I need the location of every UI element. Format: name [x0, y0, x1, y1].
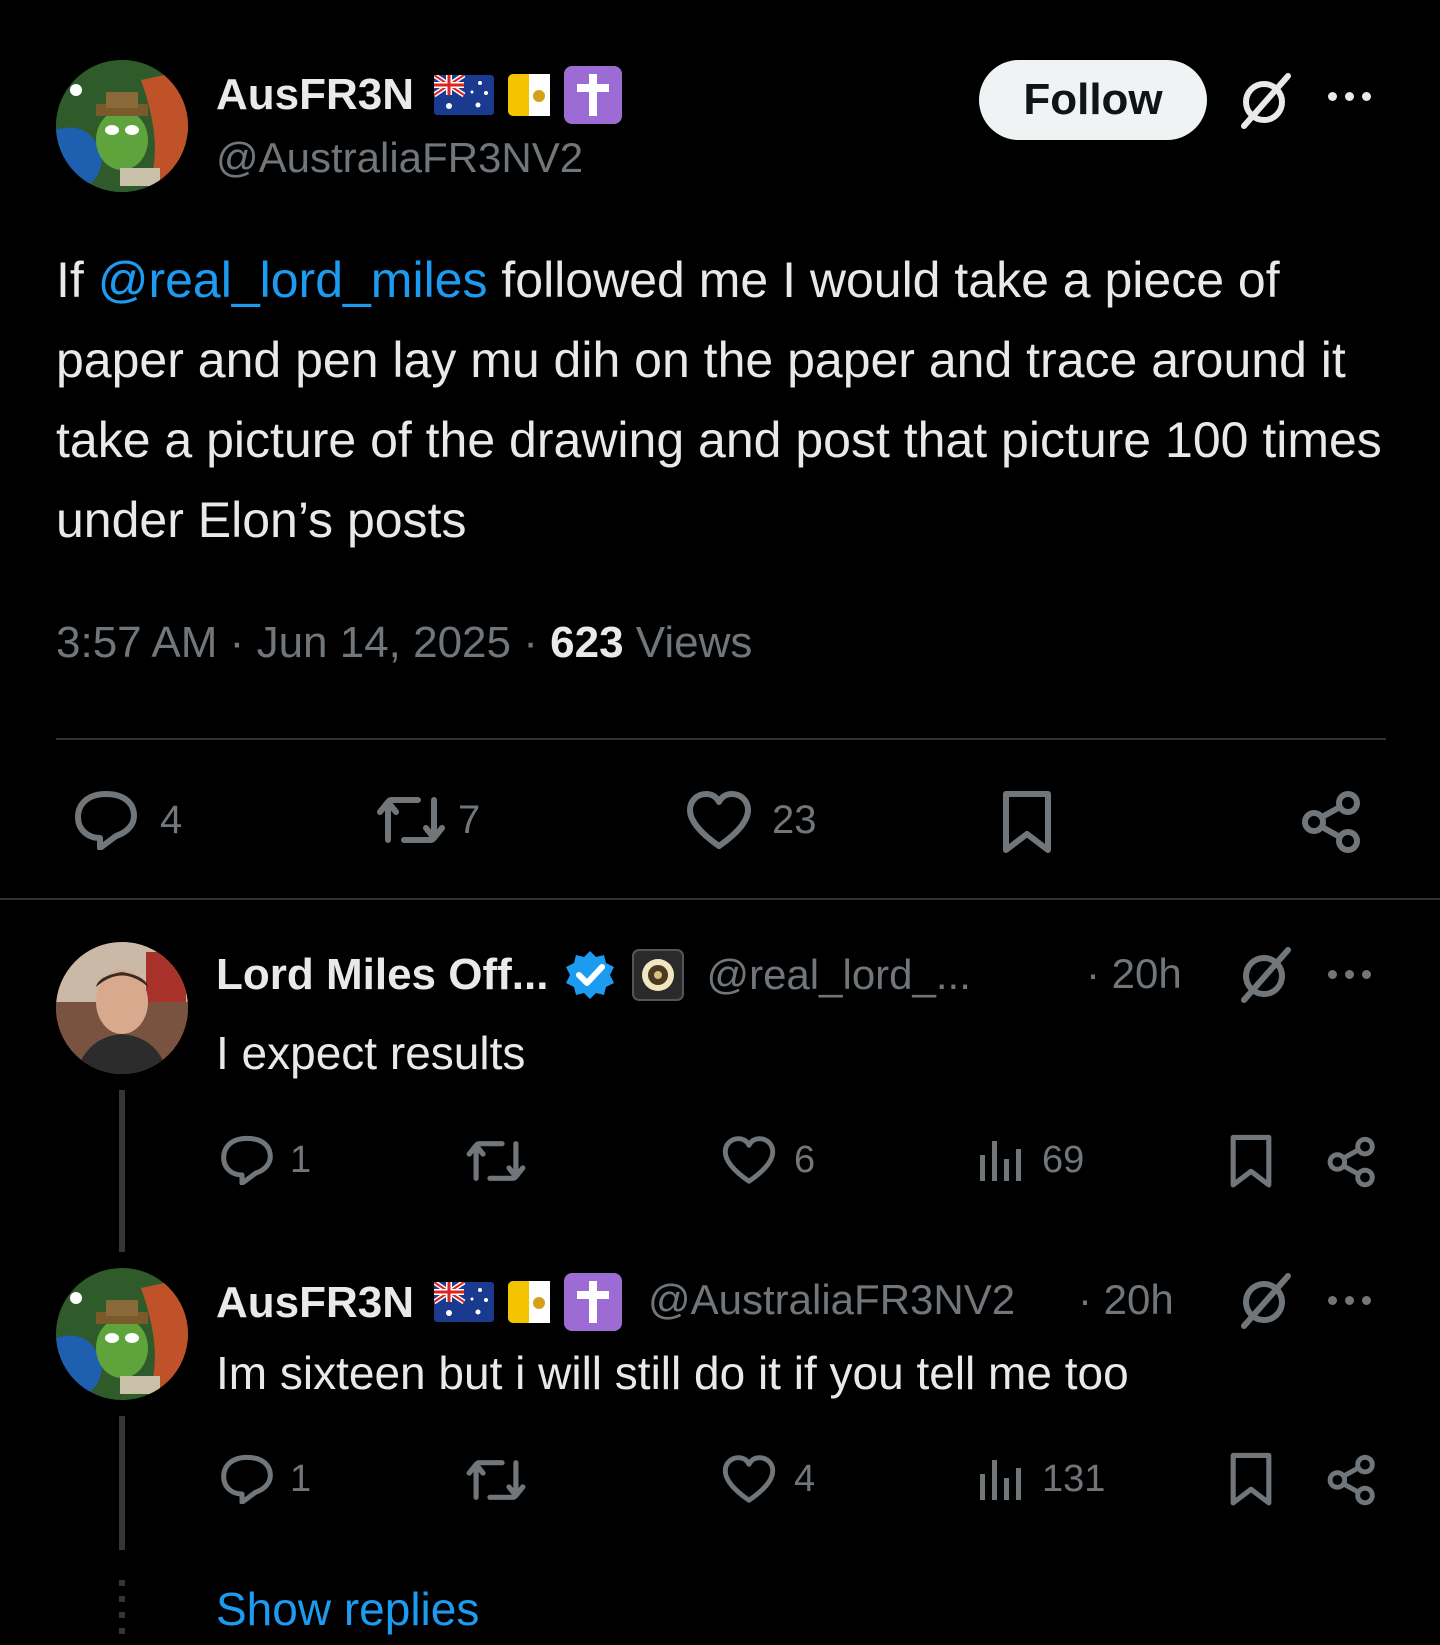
thread-divider — [0, 898, 1440, 900]
repost-icon[interactable] — [464, 1135, 528, 1187]
follow-button[interactable]: Follow — [979, 60, 1207, 140]
like-count: 23 — [772, 797, 817, 842]
avatar-frog-image — [56, 60, 188, 192]
grok-icon[interactable] — [1232, 942, 1296, 1006]
thread-line — [119, 1416, 125, 1550]
more-icon[interactable] — [1328, 1296, 1371, 1305]
more-icon[interactable] — [1328, 92, 1371, 101]
avatar-frog-image — [56, 1268, 188, 1400]
like-count: 6 — [794, 1138, 816, 1181]
cross-icon — [564, 1273, 622, 1331]
views-label: Views — [635, 618, 753, 667]
reply-icon — [75, 791, 137, 850]
mention-link[interactable]: @real_lord_miles — [98, 252, 488, 308]
grok-icon[interactable] — [1232, 68, 1296, 132]
reply-like-button[interactable]: 6 — [722, 1135, 815, 1185]
reply-avatar[interactable] — [56, 1268, 188, 1400]
australia-flag-icon — [434, 75, 494, 115]
like-count: 4 — [794, 1457, 816, 1500]
affiliate-badge-icon[interactable] — [632, 949, 685, 1001]
reply-text: Im sixteen but i will still do it if you… — [216, 1347, 1129, 1399]
tweet-date[interactable]: Jun 14, 2025 — [257, 618, 511, 667]
reply-button[interactable]: 4 — [74, 790, 182, 850]
views-icon — [980, 1460, 1021, 1500]
like-button[interactable]: 23 — [686, 790, 817, 850]
views-count: 623 — [550, 618, 624, 667]
thread-dotted-line — [119, 1580, 125, 1640]
views-count: 131 — [1042, 1457, 1106, 1500]
share-icon[interactable] — [1300, 790, 1364, 854]
reply-avatar[interactable] — [56, 942, 188, 1074]
meta-divider — [56, 738, 1386, 740]
reply-author-name[interactable]: Lord Miles Off... — [216, 950, 548, 1000]
grok-icon[interactable] — [1232, 1268, 1296, 1332]
author-name[interactable]: AusFR3N — [216, 70, 414, 120]
author-badges — [434, 1273, 622, 1331]
reply-like-button[interactable]: 4 — [722, 1454, 815, 1504]
reply-count: 1 — [290, 1138, 312, 1181]
more-icon[interactable] — [1328, 970, 1371, 979]
views-count: 69 — [1042, 1138, 1085, 1181]
reply-text: I expect results — [216, 1027, 526, 1079]
tweet-text-prefix: If — [56, 252, 98, 308]
reply-reply-button[interactable]: 1 — [220, 1454, 311, 1504]
vatican-flag-icon — [508, 1281, 550, 1323]
like-icon — [687, 791, 751, 849]
bookmark-icon[interactable] — [1228, 1134, 1274, 1190]
reply-author-name[interactable]: AusFR3N — [216, 1278, 414, 1328]
meta-separator: · — [229, 618, 245, 667]
meta-separator: · — [523, 618, 538, 667]
avatar-man-image — [56, 942, 188, 1074]
reply-author-handle[interactable]: @real_lord_... — [706, 951, 970, 999]
reply-icon — [221, 1454, 273, 1504]
reply-views-button[interactable]: 69 — [976, 1135, 1084, 1185]
reply-views-button[interactable]: 131 — [976, 1454, 1105, 1504]
repost-icon — [377, 797, 445, 843]
reply-count: 4 — [160, 797, 183, 842]
bookmark-icon[interactable] — [1228, 1452, 1274, 1508]
australia-flag-icon — [434, 1282, 494, 1322]
cross-icon — [564, 66, 622, 124]
bookmark-icon[interactable] — [1000, 790, 1054, 856]
reply-time[interactable]: · 20h — [1078, 1276, 1174, 1324]
reply-author-handle[interactable]: @AustraliaFR3NV2 — [648, 1276, 1015, 1324]
thread-line — [119, 1090, 125, 1252]
reply-count: 1 — [290, 1457, 312, 1500]
tweet-text: If @real_lord_miles followed me I would … — [56, 240, 1396, 560]
share-icon[interactable] — [1326, 1136, 1378, 1188]
author-badges — [434, 66, 622, 124]
author-avatar[interactable] — [56, 60, 188, 192]
verified-icon — [566, 951, 615, 999]
repost-icon[interactable] — [464, 1454, 528, 1506]
tweet-meta: 3:57 AM · Jun 14, 2025 · 623 Views — [56, 618, 752, 668]
reply-icon — [221, 1135, 273, 1185]
share-icon[interactable] — [1326, 1454, 1378, 1506]
like-icon — [722, 1455, 776, 1503]
like-icon — [722, 1136, 776, 1184]
reply-time[interactable]: · 20h — [1086, 950, 1182, 998]
tweet-time[interactable]: 3:57 AM — [56, 618, 217, 667]
views-icon — [980, 1141, 1021, 1181]
vatican-flag-icon — [508, 74, 550, 116]
repost-count: 7 — [458, 797, 481, 842]
reply-header: Lord Miles Off... @real_lord_... — [216, 948, 971, 1002]
repost-button[interactable]: 7 — [374, 790, 480, 850]
reply-reply-button[interactable]: 1 — [220, 1135, 311, 1185]
author-handle[interactable]: @AustraliaFR3NV2 — [216, 134, 583, 182]
show-replies-link[interactable]: Show replies — [216, 1582, 479, 1636]
